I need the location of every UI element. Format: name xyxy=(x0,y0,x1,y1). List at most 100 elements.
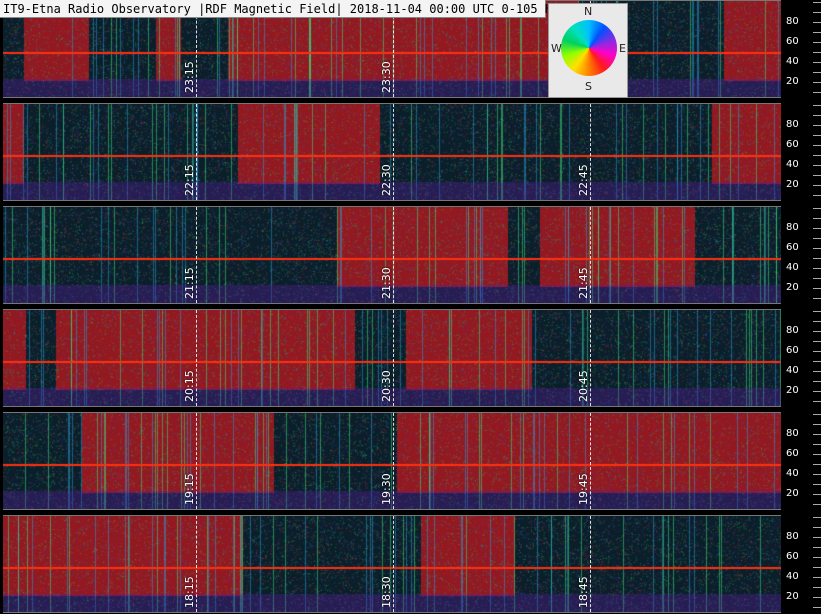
frequency-tick-label: 40 xyxy=(786,571,799,582)
frequency-tick-label: 60 xyxy=(786,345,799,356)
time-marker-line xyxy=(590,310,591,406)
frequency-tick-mark xyxy=(813,195,821,196)
time-marker-line xyxy=(590,104,591,200)
time-marker-line xyxy=(196,516,197,612)
time-marker-label: 23:15 xyxy=(183,61,196,93)
frequency-tick-mark xyxy=(813,175,821,176)
frequency-tick-mark xyxy=(813,52,821,53)
time-marker-label: 18:30 xyxy=(380,576,393,608)
frequency-tick-label: 20 xyxy=(786,488,799,499)
frequency-tick-mark xyxy=(813,135,821,136)
time-marker-label: 19:45 xyxy=(577,473,590,505)
frequency-tick-mark xyxy=(813,288,821,289)
frequency-tick-mark xyxy=(813,474,821,475)
frequency-tick-mark xyxy=(813,567,821,568)
frequency-tick-mark xyxy=(813,527,821,528)
time-marker-label: 22:45 xyxy=(577,164,590,196)
time-marker-label: 20:30 xyxy=(380,370,393,402)
frequency-tick-label: 20 xyxy=(786,76,799,87)
compass-east-label: E xyxy=(619,42,626,55)
time-marker-line xyxy=(393,516,394,612)
compass-north-label: N xyxy=(584,5,593,18)
frequency-scale: 80 60 40 20 xyxy=(781,206,821,302)
frequency-tick-mark xyxy=(813,72,821,73)
time-marker-line xyxy=(393,310,394,406)
time-marker-label: 18:15 xyxy=(183,576,196,608)
frequency-tick-mark xyxy=(813,185,821,186)
time-marker-line xyxy=(196,104,197,200)
frequency-tick-mark xyxy=(813,42,821,43)
spectrogram-panel: 22:15 22:30 22:45 xyxy=(3,103,781,201)
frequency-tick-label: 40 xyxy=(786,159,799,170)
frequency-tick-label: 80 xyxy=(786,222,799,233)
frequency-tick-mark xyxy=(813,484,821,485)
frequency-tick-mark xyxy=(813,331,821,332)
time-marker-line xyxy=(590,207,591,303)
frequency-tick-mark xyxy=(813,278,821,279)
compass-south-label: S xyxy=(585,80,592,93)
frequency-tick-mark xyxy=(813,298,821,299)
frequency-tick-mark xyxy=(813,504,821,505)
frequency-tick-mark xyxy=(813,62,821,63)
time-marker-line xyxy=(393,207,394,303)
frequency-tick-mark xyxy=(813,401,821,402)
frequency-tick-label: 80 xyxy=(786,428,799,439)
header-title: IT9-Etna Radio Observatory |RDF Magnetic… xyxy=(0,0,559,18)
color-wheel-icon xyxy=(561,20,617,76)
frequency-tick-label: 80 xyxy=(786,119,799,130)
time-marker-label: 20:15 xyxy=(183,370,196,402)
frequency-tick-mark xyxy=(813,105,821,106)
time-marker-line xyxy=(196,207,197,303)
frequency-tick-mark xyxy=(813,434,821,435)
frequency-tick-mark xyxy=(813,2,821,3)
frequency-tick-label: 80 xyxy=(786,325,799,336)
frequency-tick-mark xyxy=(813,92,821,93)
frequency-tick-mark xyxy=(813,424,821,425)
frequency-tick-label: 60 xyxy=(786,36,799,47)
spectrogram-panel: 21:15 21:30 21:45 xyxy=(3,206,781,304)
frequency-tick-mark xyxy=(813,125,821,126)
frequency-tick-mark xyxy=(813,557,821,558)
time-marker-label: 19:30 xyxy=(380,473,393,505)
frequency-tick-mark xyxy=(813,22,821,23)
compass-west-label: W xyxy=(551,42,562,55)
frequency-scale: 80 60 40 20 xyxy=(781,412,821,508)
frequency-tick-label: 80 xyxy=(786,16,799,27)
frequency-tick-mark xyxy=(813,494,821,495)
frequency-tick-mark xyxy=(813,311,821,312)
time-marker-label: 22:15 xyxy=(183,164,196,196)
frequency-tick-mark xyxy=(813,587,821,588)
time-marker-label: 18:45 xyxy=(577,576,590,608)
frequency-tick-mark xyxy=(813,341,821,342)
frequency-tick-mark xyxy=(813,464,821,465)
frequency-tick-label: 20 xyxy=(786,385,799,396)
frequency-scale: 80 60 40 20 xyxy=(781,309,821,405)
time-marker-line xyxy=(196,413,197,509)
frequency-tick-label: 40 xyxy=(786,262,799,273)
frequency-tick-mark xyxy=(813,577,821,578)
time-marker-label: 21:15 xyxy=(183,267,196,299)
frequency-tick-label: 60 xyxy=(786,139,799,150)
frequency-tick-mark xyxy=(813,238,821,239)
time-marker-label: 20:45 xyxy=(577,370,590,402)
frequency-tick-mark xyxy=(813,391,821,392)
frequency-tick-mark xyxy=(813,361,821,362)
frequency-tick-mark xyxy=(813,371,821,372)
frequency-tick-mark xyxy=(813,597,821,598)
frequency-scale: 80 60 40 20 xyxy=(781,515,821,611)
frequency-tick-mark xyxy=(813,547,821,548)
frequency-tick-mark xyxy=(813,351,821,352)
frequency-tick-label: 60 xyxy=(786,551,799,562)
time-marker-label: 19:15 xyxy=(183,473,196,505)
spectrogram-panel: 18:15 18:30 18:45 xyxy=(3,515,781,613)
frequency-tick-label: 60 xyxy=(786,448,799,459)
frequency-scale: 80 60 40 20 xyxy=(781,0,821,96)
spectrogram-panel: 20:15 20:30 20:45 xyxy=(3,309,781,407)
frequency-tick-label: 20 xyxy=(786,282,799,293)
frequency-tick-mark xyxy=(813,258,821,259)
time-marker-line xyxy=(393,104,394,200)
time-marker-line xyxy=(590,413,591,509)
frequency-scale: 80 60 40 20 xyxy=(781,103,821,199)
frequency-tick-mark xyxy=(813,115,821,116)
frequency-tick-mark xyxy=(813,248,821,249)
